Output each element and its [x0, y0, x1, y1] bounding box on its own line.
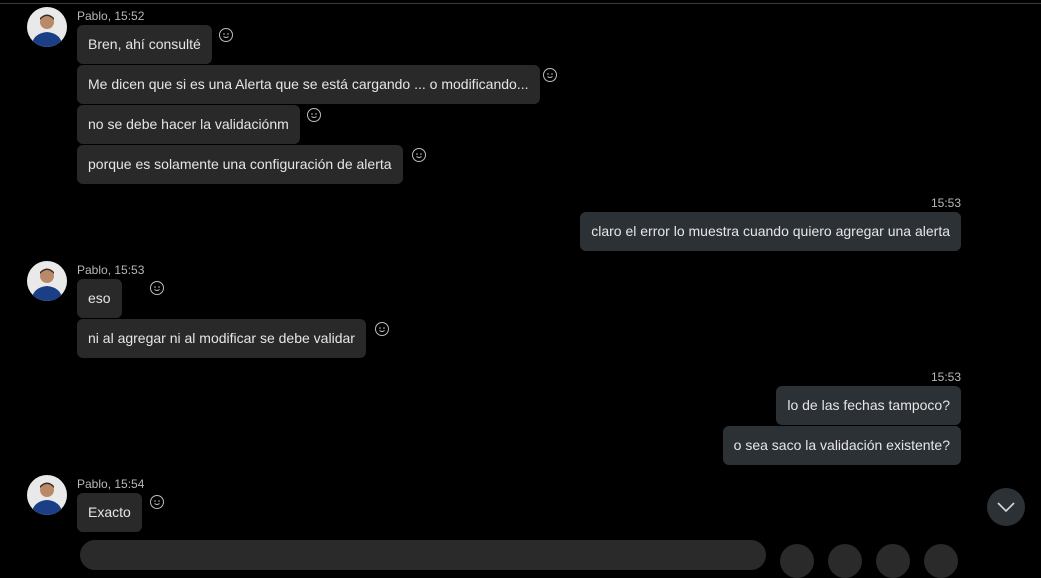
message-bubble[interactable]: Me dicen que si es una Alerta que se est…	[77, 65, 540, 104]
smiley-icon[interactable]	[150, 495, 164, 509]
composer-action-button[interactable]	[780, 544, 814, 578]
message-bubble[interactable]: o sea saco la validación existente?	[722, 426, 961, 465]
top-divider	[0, 3, 1041, 4]
smiley-icon[interactable]	[150, 281, 164, 295]
message-meta: Pablo, 15:52	[77, 9, 145, 23]
message-bubble[interactable]: Bren, ahí consulté	[77, 25, 212, 64]
message-bubble[interactable]: claro el error lo muestra cuando quiero …	[580, 212, 961, 251]
message-bubble[interactable]: ni al agregar ni al modificar se debe va…	[77, 319, 366, 358]
smiley-icon[interactable]	[412, 148, 426, 162]
scroll-to-bottom-button[interactable]	[987, 488, 1025, 526]
avatar[interactable]	[27, 261, 67, 301]
composer-action-button[interactable]	[924, 544, 958, 578]
message-bubble[interactable]: no se debe hacer la validaciónm	[77, 105, 300, 144]
composer-action-button[interactable]	[828, 544, 862, 578]
message-meta: 15:53	[930, 196, 961, 210]
message-meta: 15:53	[930, 370, 961, 384]
message-composer-input[interactable]	[80, 540, 766, 570]
avatar[interactable]	[27, 7, 67, 47]
message-bubble[interactable]: eso	[77, 279, 122, 318]
avatar[interactable]	[27, 475, 67, 515]
message-bubble[interactable]: porque es solamente una configuración de…	[77, 145, 403, 184]
composer-action-button[interactable]	[876, 544, 910, 578]
message-meta: Pablo, 15:54	[77, 477, 145, 491]
smiley-icon[interactable]	[307, 108, 321, 122]
message-meta: Pablo, 15:53	[77, 263, 145, 277]
chevron-down-icon	[997, 502, 1015, 512]
smiley-icon[interactable]	[375, 322, 389, 336]
smiley-icon[interactable]	[219, 28, 233, 42]
message-bubble[interactable]: Exacto	[77, 493, 142, 532]
smiley-icon[interactable]	[543, 68, 557, 82]
message-bubble[interactable]: lo de las fechas tampoco?	[776, 386, 961, 425]
